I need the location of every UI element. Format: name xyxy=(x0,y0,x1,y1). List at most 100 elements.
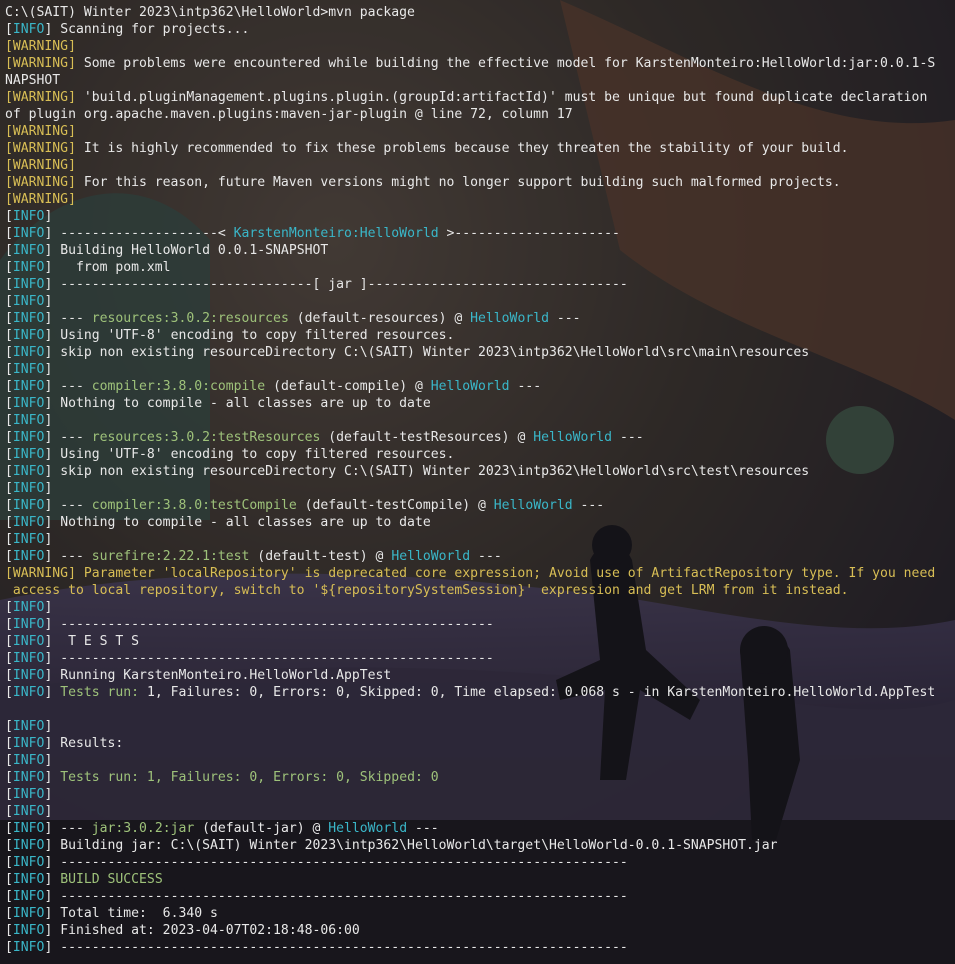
console-line: [INFO] Running KarstenMonteiro.HelloWorl… xyxy=(5,667,935,684)
console-line: [WARNING] It is highly recommended to fi… xyxy=(5,140,935,157)
console-text: [ xyxy=(5,855,13,870)
console-text: INFO xyxy=(12,532,45,547)
console-text: INFO xyxy=(12,821,45,836)
console-line: access to local repository, switch to '$… xyxy=(5,582,935,599)
console-text: C:\(SAIT) Winter 2023\intp362\HelloWorld… xyxy=(5,5,415,20)
console-text: [ xyxy=(5,396,13,411)
console-text: ] --------------------------------------… xyxy=(44,889,628,904)
console-text: 'build.pluginManagement.plugins.plugin.(… xyxy=(75,90,928,105)
console-text: INFO xyxy=(12,804,45,819)
console-text: [ xyxy=(5,685,13,700)
console-text: [ xyxy=(5,311,13,326)
console-text: INFO xyxy=(12,345,45,360)
console-text: ] xyxy=(44,481,53,496)
console-text: Parameter 'localRepository' is deprecate… xyxy=(75,566,936,581)
console-text: [ xyxy=(5,753,13,768)
console-text: --- xyxy=(470,549,502,564)
console-text: [ xyxy=(5,498,13,513)
console-text: INFO xyxy=(12,430,45,445)
console-text: [ xyxy=(5,243,13,258)
console-text: INFO xyxy=(12,464,45,479)
console-line: [INFO] xyxy=(5,786,935,803)
console-line: [INFO] Nothing to compile - all classes … xyxy=(5,395,935,412)
console-text: [ xyxy=(5,515,13,530)
console-text: [ xyxy=(5,821,13,836)
console-text: ] Using 'UTF-8' encoding to copy filtere… xyxy=(44,328,455,343)
console-text: INFO xyxy=(12,906,45,921)
console-text: [ xyxy=(5,549,13,564)
console-text: INFO xyxy=(12,243,45,258)
console-text: ] Building jar: C:\(SAIT) Winter 2023\in… xyxy=(44,838,778,853)
console-line: [INFO] xyxy=(5,531,935,548)
console-text: ] Nothing to compile - all classes are u… xyxy=(44,515,431,530)
console-text: ] xyxy=(44,787,53,802)
console-text: For this reason, future Maven versions m… xyxy=(75,175,841,190)
console-text: INFO xyxy=(12,515,45,530)
console-line: [INFO] Total time: 6.340 s xyxy=(5,905,935,922)
console-text: INFO xyxy=(12,617,45,632)
console-text: HelloWorld xyxy=(430,379,510,394)
console-text: [WARNING] xyxy=(5,56,76,71)
console-text: ] Building HelloWorld 0.0.1-SNAPSHOT xyxy=(44,243,329,258)
console-text: ] Running KarstenMonteiro.HelloWorld.App… xyxy=(44,668,392,683)
console-text: [ xyxy=(5,532,13,547)
console-text: --- xyxy=(509,379,542,394)
console-text: ] xyxy=(44,770,61,785)
console-text: HelloWorld xyxy=(470,311,549,326)
console-text: [ xyxy=(5,940,13,955)
console-text: [WARNING] xyxy=(5,158,76,173)
console-text: INFO xyxy=(12,651,45,666)
console-line: [INFO] --- surefire:2.22.1:test (default… xyxy=(5,548,935,565)
console-text: INFO xyxy=(12,22,45,37)
console-text: INFO xyxy=(12,872,45,887)
console-line: [INFO] xyxy=(5,718,935,735)
console-line: [INFO] Finished at: 2023-04-07T02:18:48-… xyxy=(5,922,935,939)
console-text: Tests run: xyxy=(60,685,147,700)
console-text: [ xyxy=(5,362,13,377)
console-line: [INFO] xyxy=(5,803,935,820)
console-text: ] xyxy=(44,804,53,819)
console-text: of plugin org.apache.maven.plugins:maven… xyxy=(5,107,573,122)
console-text: ] --------------------------------------… xyxy=(44,940,628,955)
console-line: [INFO] Using 'UTF-8' encoding to copy fi… xyxy=(5,446,935,463)
console-text: [WARNING] xyxy=(5,141,76,156)
console-line: [INFO] from pom.xml xyxy=(5,259,935,276)
console-text: INFO xyxy=(12,362,45,377)
console-text: [ xyxy=(5,787,13,802)
console-line: [INFO] BUILD SUCCESS xyxy=(5,871,935,888)
console-text: INFO xyxy=(12,328,45,343)
console-text: 1, Failures: 0, Errors: 0, Skipped: 0, T… xyxy=(146,685,936,700)
console-text: [ xyxy=(5,379,13,394)
console-line: [INFO] xyxy=(5,293,935,310)
console-text: [ xyxy=(5,736,13,751)
console-output[interactable]: C:\(SAIT) Winter 2023\intp362\HelloWorld… xyxy=(5,4,935,956)
console-text: ] xyxy=(44,413,53,428)
console-text: INFO xyxy=(12,719,45,734)
terminal-window[interactable]: C:\(SAIT) Winter 2023\intp362\HelloWorld… xyxy=(0,0,955,964)
console-line: [INFO] Nothing to compile - all classes … xyxy=(5,514,935,531)
console-text: [WARNING] xyxy=(5,175,76,190)
console-text: compiler:3.8.0:compile xyxy=(91,379,266,394)
console-text: INFO xyxy=(12,311,45,326)
console-line: [INFO] Building HelloWorld 0.0.1-SNAPSHO… xyxy=(5,242,935,259)
console-text: [ xyxy=(5,277,13,292)
console-text: INFO xyxy=(12,396,45,411)
console-text: ] --- xyxy=(44,549,92,564)
console-text: INFO xyxy=(12,379,45,394)
console-line: [INFO] Building jar: C:\(SAIT) Winter 20… xyxy=(5,837,935,854)
console-line: [WARNING] xyxy=(5,38,935,55)
console-text: ] --- xyxy=(44,430,92,445)
console-text: Tests run: 1, Failures: 0, Errors: 0, Sk… xyxy=(60,770,439,785)
console-text: [ xyxy=(5,430,13,445)
console-line: [INFO] ---------------------------------… xyxy=(5,650,935,667)
console-text: ] xyxy=(44,294,53,309)
console-text: ] Results: xyxy=(44,736,124,751)
console-line: [INFO] skip non existing resourceDirecto… xyxy=(5,344,935,361)
console-line: [WARNING] xyxy=(5,191,935,208)
console-text: --- xyxy=(572,498,605,513)
console-text: KarstenMonteiro:HelloWorld xyxy=(233,226,439,241)
console-text: ] xyxy=(44,753,53,768)
console-text: [ xyxy=(5,413,13,428)
console-text: [ xyxy=(5,719,13,734)
console-text: [ xyxy=(5,617,13,632)
